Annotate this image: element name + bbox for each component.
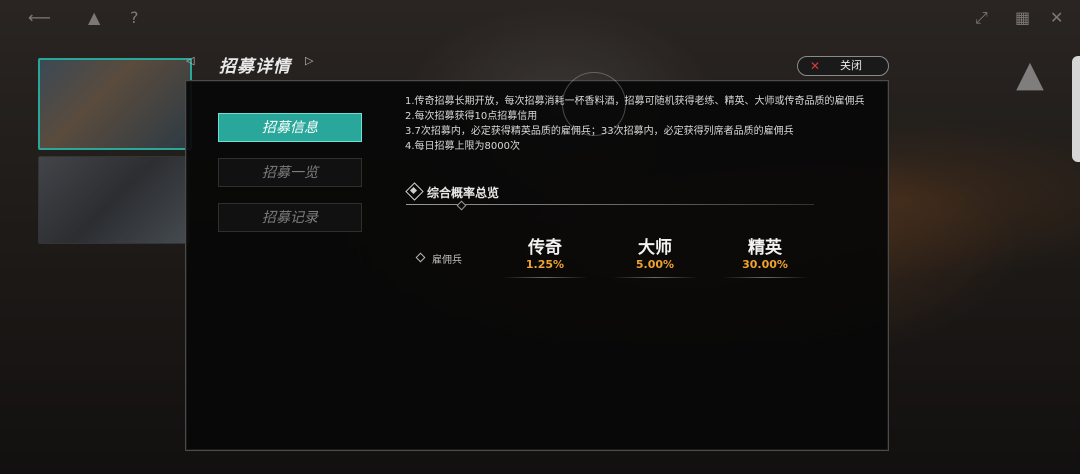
close-button[interactable]: ✕ 关闭 (797, 56, 889, 76)
section-title: 综合概率总览 (427, 186, 500, 200)
help-icon[interactable]: ? (130, 8, 139, 27)
rate-underline (722, 277, 808, 278)
tab-recruit-record[interactable]: 招募记录 (218, 203, 362, 232)
rate-legend: 传奇 1.25% (502, 238, 588, 278)
panel-title: 招募详情 (219, 57, 291, 77)
back-icon[interactable]: ⟵ (28, 8, 51, 27)
right-arrow-icon: ▷ (305, 54, 314, 67)
side-handle[interactable] (1072, 56, 1080, 162)
rate-underline (612, 277, 698, 278)
banner-card-standard[interactable] (38, 156, 190, 244)
info-line-1: 1.传奇招募长期开放，每次招募消耗一杯香料酒，招募可随机获得老练、精英、大师或传… (405, 96, 865, 107)
rate-value: 30.00% (742, 258, 788, 271)
emblem-icon[interactable]: ▲ (1006, 54, 1054, 106)
fullscreen-icon[interactable]: ⤢ (975, 8, 988, 28)
settings-icon[interactable]: ▦ (1015, 8, 1030, 27)
rate-value: 5.00% (635, 258, 675, 271)
info-line-2: 2.每次招募获得10点招募信用 (405, 111, 538, 122)
close-x-icon: ✕ (810, 59, 821, 73)
rate-underline (502, 277, 588, 278)
rate-name: 大师 (638, 238, 672, 258)
tab-recruit-list[interactable]: 招募一览 (218, 158, 362, 187)
rate-elite: 精英 30.00% (722, 238, 808, 278)
close-label: 关闭 (840, 59, 862, 72)
rate-name: 精英 (748, 238, 782, 258)
left-arrow-icon: ◁ (186, 54, 195, 67)
row-label: 雇佣兵 (432, 255, 462, 266)
section-divider (406, 204, 814, 205)
recruit-info-text: 1.传奇招募长期开放，每次招募消耗一杯香料酒，招募可随机获得老练、精英、大师或传… (405, 94, 865, 154)
rate-name: 传奇 (528, 238, 562, 258)
rate-value: 1.25% (525, 258, 565, 271)
top-bar: ⟵ ▲ ? ⤢ ▦ ✕ (0, 0, 1080, 36)
banner-card-legend[interactable] (38, 58, 192, 150)
info-line-4: 4.每日招募上限为8000次 (405, 141, 520, 152)
close-icon[interactable]: ✕ (1050, 8, 1063, 27)
tab-recruit-info[interactable]: 招募信息 (218, 113, 362, 142)
info-line-3: 3.7次招募内，必定获得精英品质的雇佣兵；33次招募内，必定获得列席者品质的雇佣… (405, 126, 794, 137)
rate-master: 大师 5.00% (612, 238, 698, 278)
home-icon[interactable]: ▲ (88, 8, 100, 27)
